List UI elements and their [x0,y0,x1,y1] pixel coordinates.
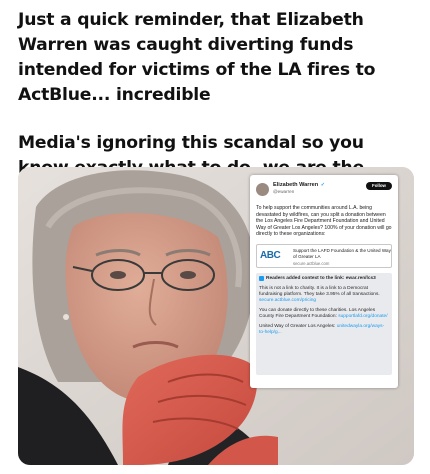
community-note-p2-link: supportlafd.org/donate/ [338,313,388,319]
avatar [256,183,269,196]
tweet-author: Elizabeth Warren ✓ [273,182,325,188]
community-note-p1-link: secure.actblue.com/pricing [259,297,317,303]
community-note-p3: United Way of Greater Los Angeles: unite… [259,324,389,336]
readers-icon [259,276,264,282]
community-note-p3-text: United Way of Greater Los Angeles: [259,323,336,329]
caption-line-1: Just a quick reminder, that Elizabeth Wa… [18,10,376,105]
community-note-p1: This is not a link to charity. It is a l… [259,286,389,304]
actblue-logo: ABC [260,249,281,261]
tweet-header: Elizabeth Warren ✓ @ewarren Follow [256,182,392,200]
tweet-handle: @ewarren [273,189,295,194]
community-note-p1-text: This is not a link to charity. It is a l… [259,285,380,297]
follow-button: Follow [366,182,392,190]
tweet-body: To help support the communities around L… [256,205,392,238]
link-card-title: Support the LAFD Foundation & the United… [293,247,391,259]
community-note: Readers added context to the link: ewar.… [256,272,392,375]
verified-icon: ✓ [320,182,325,188]
community-note-heading-text: Readers added context to the link: ewar.… [266,275,376,281]
link-card-domain: secure.actblue.com [293,260,330,266]
community-note-heading: Readers added context to the link: ewar.… [259,276,389,282]
link-card: ABC Support the LAFD Foundation & the Un… [256,243,392,268]
embedded-tweet-screenshot: Elizabeth Warren ✓ @ewarren Follow To he… [250,175,398,388]
community-note-p2: You can donate directly to these chariti… [259,308,389,320]
tweet-author-name: Elizabeth Warren [273,182,319,188]
